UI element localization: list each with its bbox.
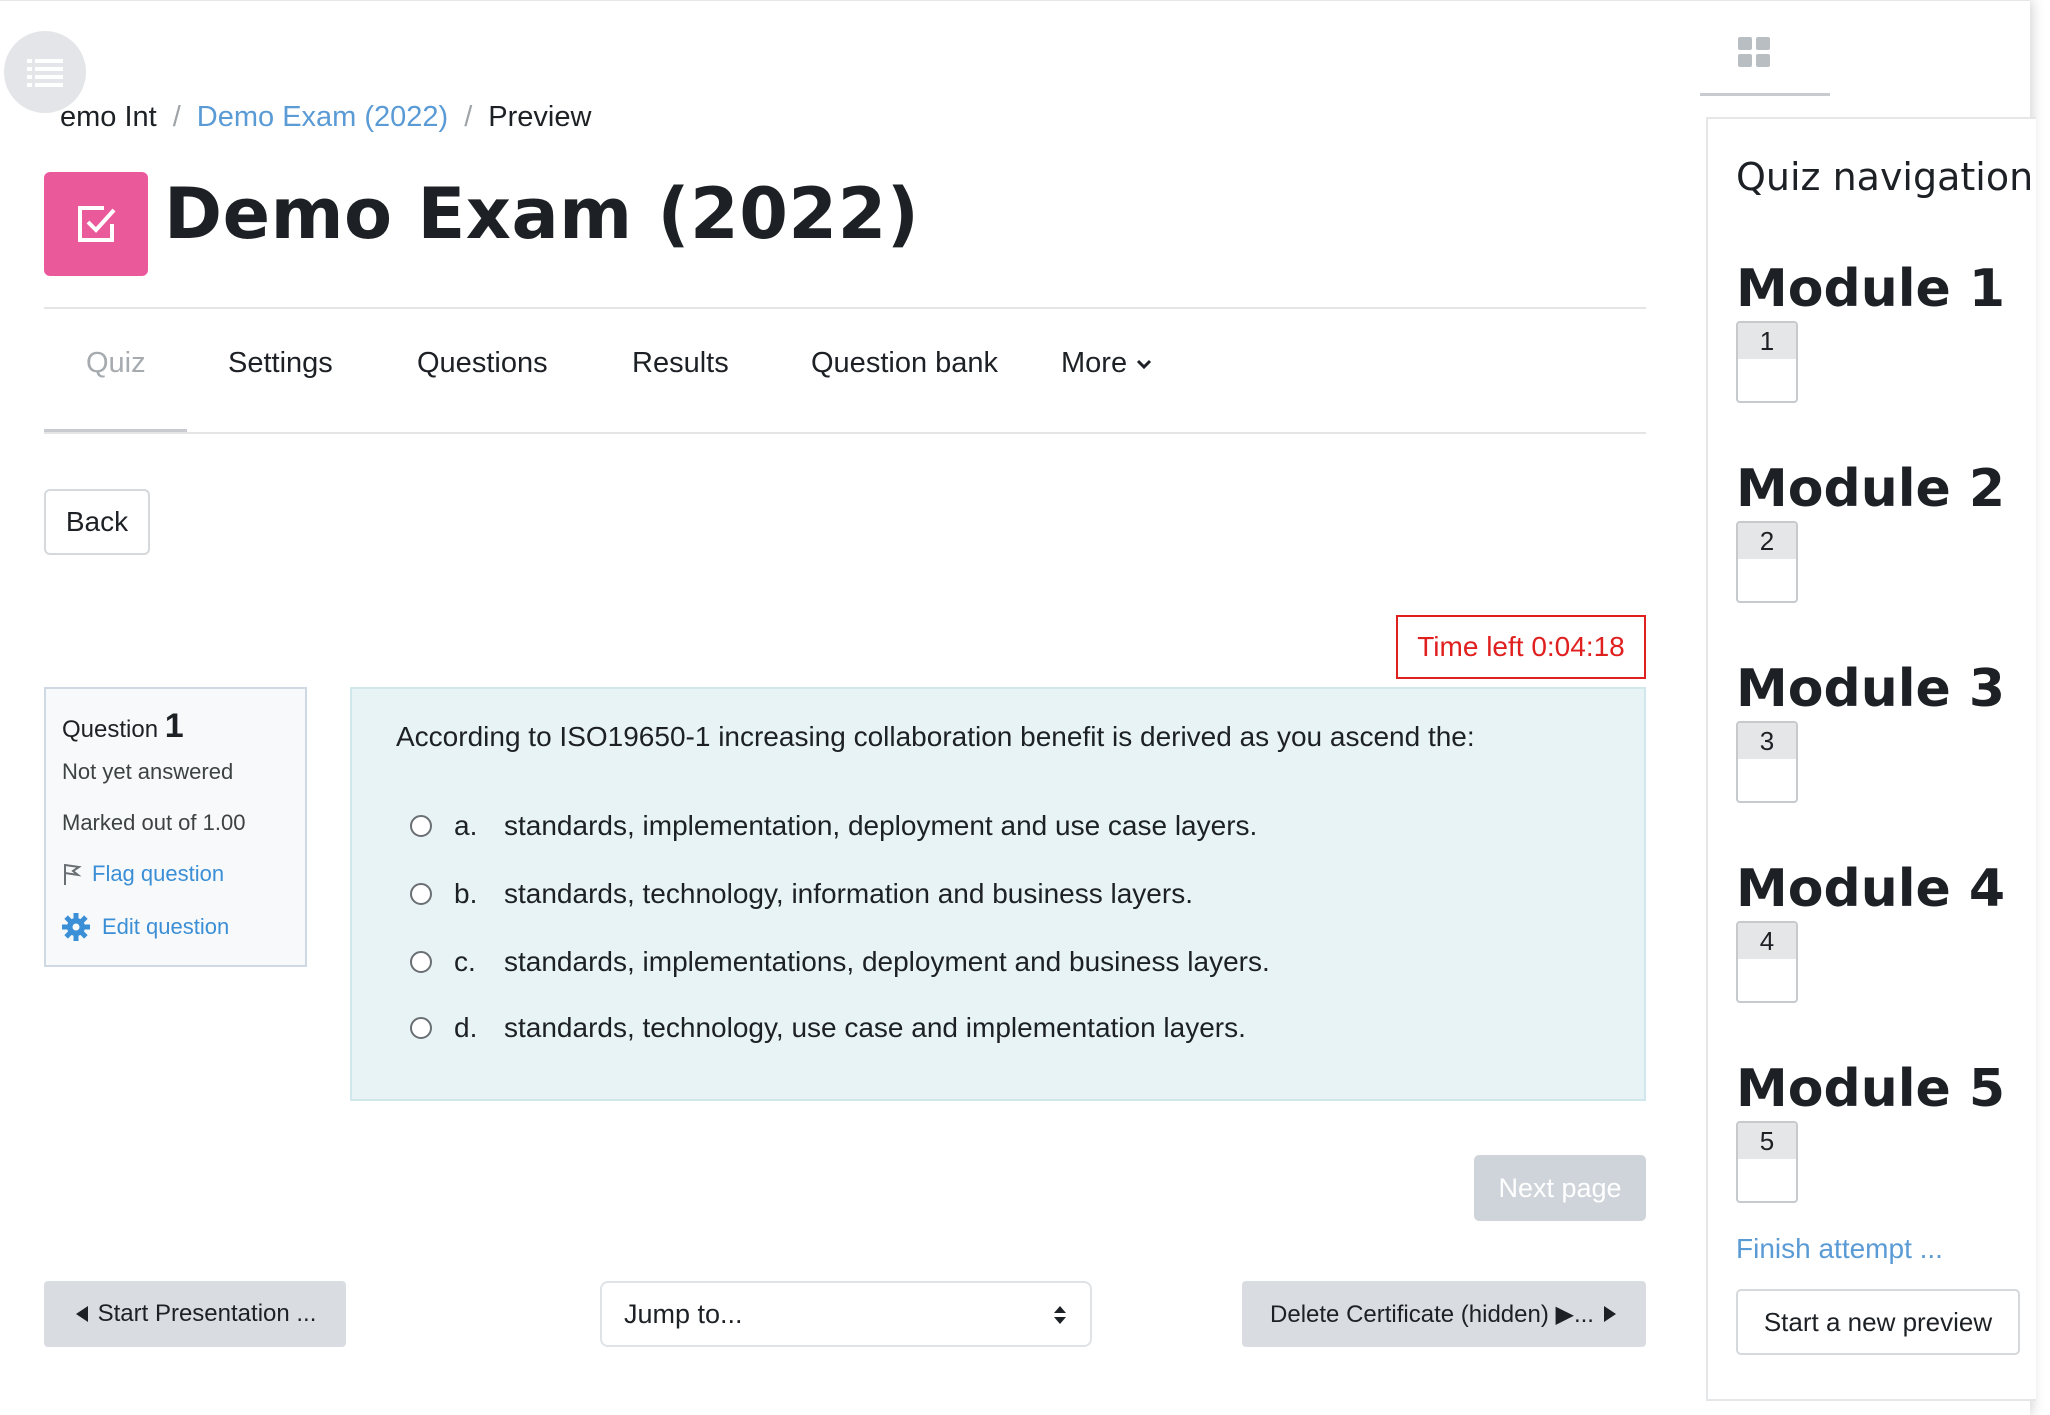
next-activity-button[interactable]: Delete Certificate (hidden) ▶... bbox=[1242, 1281, 1646, 1347]
finish-attempt-link[interactable]: Finish attempt ... bbox=[1736, 1233, 1943, 1265]
quiz-nav-question-3[interactable]: 3 bbox=[1736, 721, 1798, 803]
previous-activity-label: Start Presentation ... bbox=[97, 1300, 317, 1327]
back-button[interactable]: Back bbox=[44, 489, 150, 555]
answer-option-a[interactable]: a. standards, implementation, deployment… bbox=[410, 810, 1257, 842]
edit-question-link[interactable]: Edit question bbox=[62, 913, 229, 941]
question-label: Question bbox=[62, 716, 159, 743]
question-text: According to ISO19650-1 increasing colla… bbox=[396, 721, 1475, 752]
radio-button[interactable] bbox=[410, 815, 432, 837]
select-arrows-icon bbox=[1054, 1306, 1066, 1324]
triangle-right-icon bbox=[1603, 1306, 1616, 1322]
quiz-navigation-block: Quiz navigation Module 1 1 Module 2 2 Mo… bbox=[1706, 117, 2036, 1401]
quiz-nav-question-1[interactable]: 1 bbox=[1736, 321, 1798, 403]
question-number: Question 1 bbox=[62, 707, 184, 746]
module-title: Module 4 bbox=[1736, 859, 2006, 919]
breadcrumb-separator: / bbox=[464, 101, 473, 133]
divider bbox=[44, 307, 1646, 309]
breadcrumb: emo Int / Demo Exam (2022) / Preview bbox=[60, 101, 591, 134]
answer-letter: a. bbox=[454, 810, 478, 841]
jump-to-value: Jump to... bbox=[624, 1298, 743, 1329]
quiz-nav-question-2[interactable]: 2 bbox=[1736, 521, 1798, 603]
divider bbox=[44, 432, 1646, 434]
question-number-label: 3 bbox=[1738, 723, 1796, 759]
question-number-label: 2 bbox=[1738, 523, 1796, 559]
next-page-button[interactable]: Next page bbox=[1474, 1155, 1646, 1221]
module-title: Module 5 bbox=[1736, 1059, 2006, 1119]
question-number-label: 4 bbox=[1738, 923, 1796, 959]
answer-letter: b. bbox=[454, 878, 478, 909]
answer-option-d[interactable]: d. standards, technology, use case and i… bbox=[410, 1012, 1246, 1044]
question-number-label: 1 bbox=[1738, 323, 1796, 359]
radio-button[interactable] bbox=[410, 951, 432, 973]
breadcrumb-current: Preview bbox=[488, 101, 592, 133]
answer-option-b[interactable]: b. standards, technology, information an… bbox=[410, 878, 1193, 910]
question-content: According to ISO19650-1 increasing colla… bbox=[350, 687, 1646, 1101]
answer-text: standards, technology, information and b… bbox=[504, 878, 1193, 909]
tab-quiz[interactable]: Quiz bbox=[86, 347, 146, 380]
next-activity-label: Delete Certificate (hidden) ▶... bbox=[1270, 1300, 1594, 1328]
checkbox-icon bbox=[78, 206, 116, 242]
blocks-tab-indicator bbox=[1700, 93, 1830, 96]
breadcrumb-quiz[interactable]: Demo Exam (2022) bbox=[197, 101, 448, 134]
module-title: Module 2 bbox=[1736, 459, 2006, 519]
triangle-left-icon bbox=[75, 1306, 88, 1322]
question-info: Question 1 Not yet answered Marked out o… bbox=[44, 687, 307, 967]
list-icon bbox=[27, 59, 63, 87]
start-new-preview-button[interactable]: Start a new preview bbox=[1736, 1289, 2020, 1355]
quiz-nav-question-5[interactable]: 5 bbox=[1736, 1121, 1798, 1203]
chevron-down-icon bbox=[1137, 359, 1152, 369]
tab-more[interactable]: More bbox=[1061, 347, 1153, 380]
previous-activity-button[interactable]: Start Presentation ... bbox=[44, 1281, 346, 1347]
tab-questions[interactable]: Questions bbox=[417, 347, 548, 380]
flag-question-link[interactable]: Flag question bbox=[62, 861, 224, 887]
flag-icon bbox=[64, 864, 82, 885]
edit-question-label: Edit question bbox=[102, 914, 230, 939]
module-title: Module 1 bbox=[1736, 259, 2006, 319]
answer-text: standards, implementation, deployment an… bbox=[504, 810, 1258, 841]
question-number-value: 1 bbox=[164, 707, 184, 745]
blocks-drawer-icon[interactable] bbox=[1738, 37, 1772, 69]
tab-settings[interactable]: Settings bbox=[228, 347, 333, 380]
radio-button[interactable] bbox=[410, 1017, 432, 1039]
breadcrumb-separator: / bbox=[172, 101, 181, 133]
answer-text: standards, technology, use case and impl… bbox=[504, 1012, 1246, 1043]
question-status: Not yet answered bbox=[62, 759, 234, 784]
jump-to-select[interactable]: Jump to... bbox=[600, 1281, 1092, 1347]
radio-button[interactable] bbox=[410, 883, 432, 905]
question-number-label: 5 bbox=[1738, 1123, 1796, 1159]
breadcrumb-course[interactable]: emo Int bbox=[60, 101, 157, 134]
answer-letter: c. bbox=[454, 946, 476, 977]
tab-more-label: More bbox=[1061, 347, 1128, 379]
page: emo Int / Demo Exam (2022) / Preview Dem… bbox=[0, 0, 2036, 1415]
quiz-timer: Time left 0:04:18 bbox=[1396, 615, 1646, 679]
answer-letter: d. bbox=[454, 1012, 478, 1043]
course-index-toggle[interactable] bbox=[4, 31, 86, 113]
quiz-icon bbox=[44, 172, 148, 276]
question-marks: Marked out of 1.00 bbox=[62, 810, 246, 835]
flag-question-label: Flag question bbox=[92, 861, 225, 886]
tab-results[interactable]: Results bbox=[632, 347, 729, 380]
tab-question-bank[interactable]: Question bank bbox=[811, 347, 998, 380]
gear-icon bbox=[62, 913, 90, 941]
answer-option-c[interactable]: c. standards, implementations, deploymen… bbox=[410, 946, 1270, 978]
quiz-navigation-title: Quiz navigation bbox=[1736, 155, 2034, 199]
answer-text: standards, implementations, deployment a… bbox=[504, 946, 1270, 977]
module-title: Module 3 bbox=[1736, 659, 2006, 719]
quiz-nav-question-4[interactable]: 4 bbox=[1736, 921, 1798, 1003]
page-title: Demo Exam (2022) bbox=[164, 173, 920, 255]
